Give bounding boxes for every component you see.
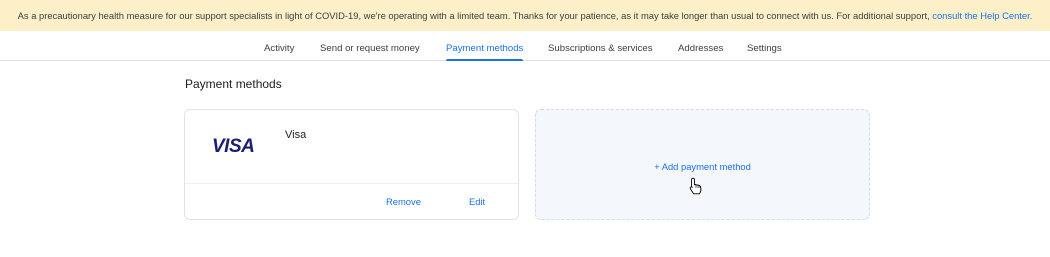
help-center-link[interactable]: consult the Help Center. [932,10,1032,21]
card-name: Visa [285,129,307,141]
edit-button[interactable]: Edit [469,196,485,207]
tab-send-or-request-money[interactable]: Send or request money [320,31,420,61]
tab-activity[interactable]: Activity [264,31,294,61]
tab-subscriptions-services[interactable]: Subscriptions & services [548,31,653,61]
covid-notice-banner: As a precautionary health measure for ou… [0,0,1050,31]
payment-method-card: VISA Visa Remove Edit [184,109,519,220]
remove-button[interactable]: Remove [386,196,421,207]
add-payment-method-label: + Add payment method [654,161,751,172]
visa-logo: VISA [212,136,255,157]
tab-addresses[interactable]: Addresses [678,31,723,61]
banner-text: As a precautionary health measure for ou… [17,10,933,21]
add-payment-method-button[interactable]: + Add payment method [535,109,870,220]
hand-pointer-icon [689,177,702,195]
card-divider [185,183,518,184]
tab-settings[interactable]: Settings [747,31,782,61]
page-title: Payment methods [185,77,282,91]
main-tabs: Activity Send or request money Payment m… [0,31,1050,61]
tab-payment-methods[interactable]: Payment methods [446,31,524,61]
